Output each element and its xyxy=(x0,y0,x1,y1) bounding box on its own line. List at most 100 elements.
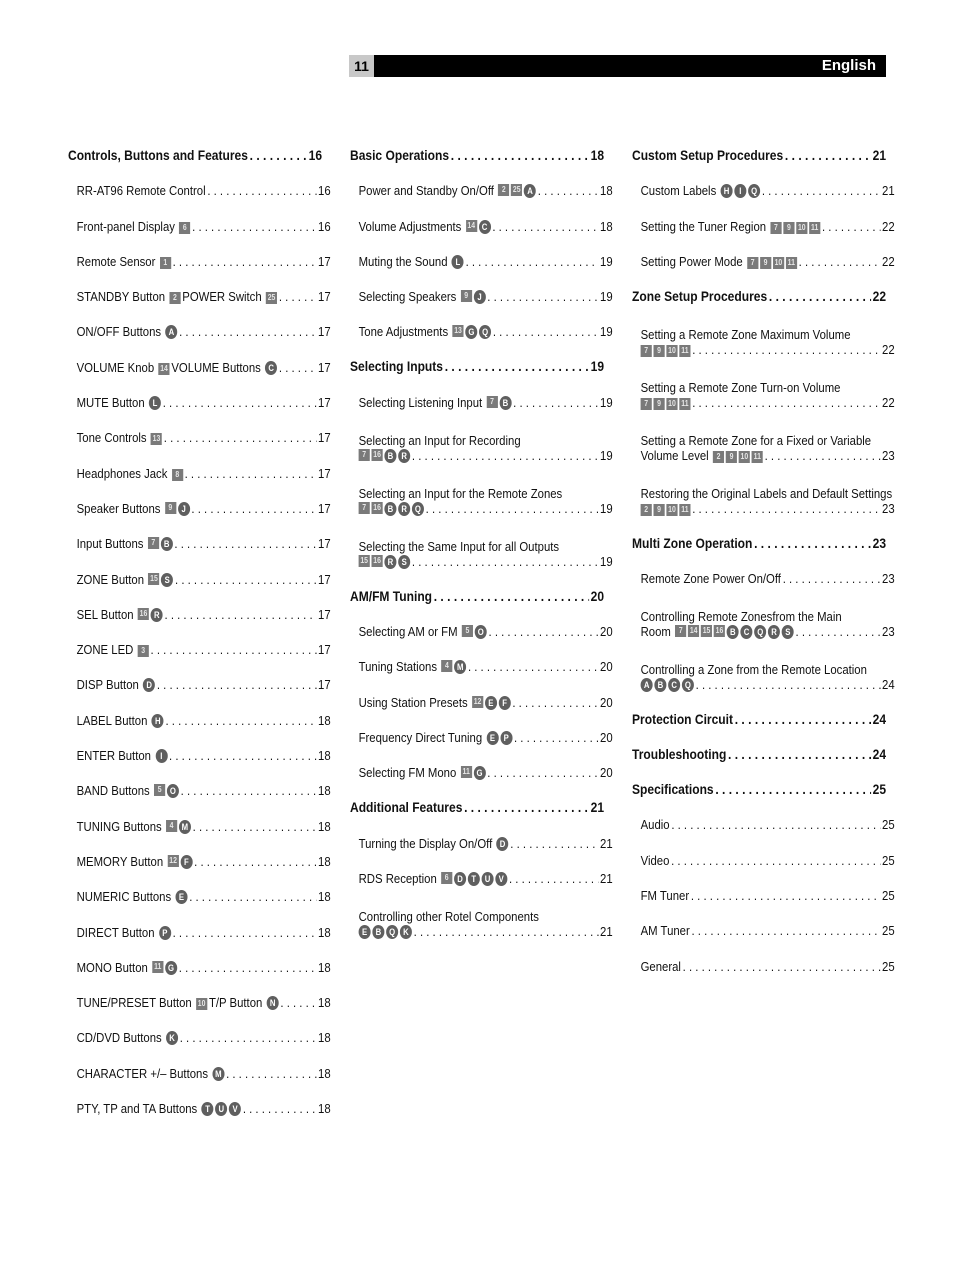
toc-entry[interactable]: NUMERIC ButtonsE 18 xyxy=(68,869,331,905)
toc-entry[interactable]: CD/DVD ButtonsK 18 xyxy=(68,1010,331,1046)
toc-entry[interactable]: FM Tuner 25 xyxy=(632,868,895,903)
toc-section-entry[interactable]: Protection Circuit 24 xyxy=(632,692,886,727)
toc-entry[interactable]: CHARACTER +/– ButtonsM 18 xyxy=(68,1045,331,1081)
toc-entry[interactable]: Audio 25 xyxy=(632,797,895,832)
toc-section-entry[interactable]: Zone Setup Procedures 22 xyxy=(632,269,886,304)
toc-entry[interactable]: Controlling other Rotel ComponentsEBQK 21 xyxy=(350,886,613,939)
toc-entry[interactable]: Selecting AM or FM5O 20 xyxy=(350,604,613,640)
toc-entry[interactable]: Selecting Listening Input7B 19 xyxy=(350,374,613,410)
toc-entry[interactable]: Selecting an Input for Recording716BR 19 xyxy=(350,410,613,463)
toc-entry[interactable]: PTY, TP and TA ButtonsTUV 18 xyxy=(68,1081,331,1117)
toc-entry[interactable]: Setting Power Mode 791011 22 xyxy=(632,234,895,269)
remote-letter-badge: M xyxy=(454,660,467,675)
toc-entry[interactable]: Tone Adjustments13GQ 19 xyxy=(350,304,613,340)
reference-badges: E xyxy=(175,890,188,905)
toc-entry[interactable]: DIRECT ButtonP 18 xyxy=(68,904,331,940)
toc-entry[interactable]: Custom LabelsHIQ 21 xyxy=(632,163,895,199)
toc-entry[interactable]: BAND Buttons 5O 18 xyxy=(68,763,331,799)
toc-entry[interactable]: ZONE Button15S 17 xyxy=(68,551,331,587)
toc-entry[interactable]: Selecting the Same Input for all Outputs… xyxy=(350,516,613,569)
remote-letter-badge: A xyxy=(524,184,537,199)
front-panel-number-badge: 7 xyxy=(640,397,652,410)
toc-entry-line-2: 1516RS 19 xyxy=(358,554,613,569)
front-panel-number-badge: 7 xyxy=(747,256,759,269)
toc-entry[interactable]: Power and Standby On/Off 225A 18 xyxy=(350,163,613,199)
toc-entry-title-cont: VOLUME Buttons xyxy=(171,359,261,375)
toc-section-entry[interactable]: Basic Operations 18 xyxy=(350,128,604,163)
reference-badges: 4M xyxy=(441,660,467,675)
toc-entry[interactable]: MUTE ButtonL 17 xyxy=(68,375,331,411)
toc-entry[interactable]: SEL Button16R 17 xyxy=(68,587,331,622)
toc-entry[interactable]: LABEL ButtonH 18 xyxy=(68,692,331,728)
toc-entry[interactable]: AM Tuner 25 xyxy=(632,903,895,938)
toc-entry[interactable]: Setting a Remote Zone Turn-on Volume 7 9 10… xyxy=(632,357,895,410)
toc-entry[interactable]: MEMORY Button12F 18 xyxy=(68,834,331,869)
toc-entry[interactable]: Turning the Display On/OffD 21 xyxy=(350,815,613,851)
toc-entry[interactable]: VOLUME Knob14VOLUME Buttons C 17 xyxy=(68,339,331,375)
toc-entry[interactable]: Muting the SoundL 19 xyxy=(350,234,613,269)
toc-entry[interactable]: Selecting FM Mono11G 20 xyxy=(350,745,613,781)
toc-entry[interactable]: Selecting an Input for the Remote Zones 7… xyxy=(350,463,613,516)
toc-section-entry[interactable]: AM/FM Tuning 20 xyxy=(350,569,604,604)
toc-entry[interactable]: Setting the Tuner Region791011 22 xyxy=(632,198,895,234)
toc-entry[interactable]: TUNING Buttons4M 18 xyxy=(68,798,331,834)
toc-section-entry[interactable]: Selecting Inputs 19 xyxy=(350,339,604,374)
toc-entry[interactable]: DISP Button D 17 xyxy=(68,657,331,693)
toc-entry[interactable]: Headphones Jack8 17 xyxy=(68,445,331,481)
toc-entry[interactable]: TUNE/PRESET Button 10T/P ButtonN 18 xyxy=(68,975,331,1011)
toc-entry[interactable]: Selecting Speakers9J 19 xyxy=(350,269,613,305)
toc-page-number: 22 xyxy=(882,218,895,234)
toc-entry[interactable]: Setting a Remote Zone Maximum Volume 7 9 10… xyxy=(632,304,895,357)
toc-entry[interactable]: Setting a Remote Zone for a Fixed or Var… xyxy=(632,410,895,463)
toc-entry[interactable]: Tone Controls13 17 xyxy=(68,410,331,446)
toc-entry-title: TUNING Buttons xyxy=(76,818,162,834)
toc-entry[interactable]: MONO Button 11G 18 xyxy=(68,940,331,975)
toc-entry[interactable]: STANDBY Button2POWER Switch25 17 xyxy=(68,269,331,305)
reference-badges: 10 xyxy=(196,998,208,1011)
front-panel-number-badge: 9 xyxy=(653,344,665,357)
dot-leader xyxy=(157,677,316,692)
toc-entry[interactable]: ZONE LED3 17 xyxy=(68,622,331,658)
toc-entry-title: Front-panel Display xyxy=(76,218,175,234)
toc-page-number: 23 xyxy=(872,534,887,551)
toc-entry-line-2: ABCQ 24 xyxy=(640,677,895,693)
toc-entry[interactable]: Input Buttons7B 17 xyxy=(68,516,331,552)
toc-entry[interactable]: Front-panel Display 6 16 xyxy=(68,198,331,234)
toc-entry-title: Setting a Remote Zone Turn-on Volume xyxy=(640,379,841,395)
toc-section-entry[interactable]: Additional Features 21 xyxy=(350,780,604,815)
remote-letter-badge: Q xyxy=(748,184,761,199)
dot-leader xyxy=(207,183,316,198)
toc-section-entry[interactable]: Specifications 25 xyxy=(632,762,886,797)
reference-badges: 11 G xyxy=(152,960,178,975)
toc-page-number: 25 xyxy=(882,958,895,974)
reference-badges: 2 25 A xyxy=(498,184,537,199)
toc-entry[interactable]: General 25 xyxy=(632,938,895,974)
reference-badges: 13 xyxy=(150,433,163,446)
toc-entry[interactable]: Frequency Direct TuningEP 20 xyxy=(350,710,613,745)
toc-page-number: 18 xyxy=(600,218,613,234)
toc-entry[interactable]: Restoring the Original Labels and Defaul… xyxy=(632,463,895,516)
toc-entry[interactable]: Video 25 xyxy=(632,832,895,868)
toc-page-number: 25 xyxy=(872,781,887,798)
toc-section-entry[interactable]: Controls, Buttons and Features 16 xyxy=(68,128,322,163)
toc-entry[interactable]: Using Station Presets12EF 20 xyxy=(350,674,613,710)
remote-letter-badge: N xyxy=(266,996,279,1011)
toc-entry[interactable]: RDS Reception 6DTUV 21 xyxy=(350,851,613,886)
toc-page-number: 19 xyxy=(600,394,613,410)
toc-entry[interactable]: Remote Zone Power On/Off 23 xyxy=(632,551,895,586)
toc-page-number: 18 xyxy=(318,959,331,975)
toc-entry-title: ENTER Button xyxy=(76,748,151,764)
toc-section-entry[interactable]: Troubleshooting 24 xyxy=(632,727,886,762)
toc-section-entry[interactable]: Multi Zone Operation 23 xyxy=(632,516,886,551)
toc-entry[interactable]: Tuning Stations 4M 20 xyxy=(350,639,613,675)
toc-entry[interactable]: Controlling Remote Zonesfrom the Main Roo… xyxy=(632,586,895,640)
toc-section-entry[interactable]: Custom Setup Procedures 21 xyxy=(632,128,886,163)
toc-entry[interactable]: ENTER Button I 18 xyxy=(68,728,331,764)
toc-entry[interactable]: RR-AT96 Remote Control 16 xyxy=(68,163,331,198)
toc-entry[interactable]: ON/OFF ButtonsA 17 xyxy=(68,304,331,340)
toc-entry[interactable]: Remote Sensor1 17 xyxy=(68,234,331,269)
toc-entry[interactable]: Controlling a Zone from the Remote Locat… xyxy=(632,639,895,693)
toc-entry[interactable]: Volume Adjustments14C 18 xyxy=(350,198,613,234)
toc-entry[interactable]: Speaker Buttons9J 17 xyxy=(68,481,331,516)
toc-entry-title-cont: Room xyxy=(640,624,671,640)
